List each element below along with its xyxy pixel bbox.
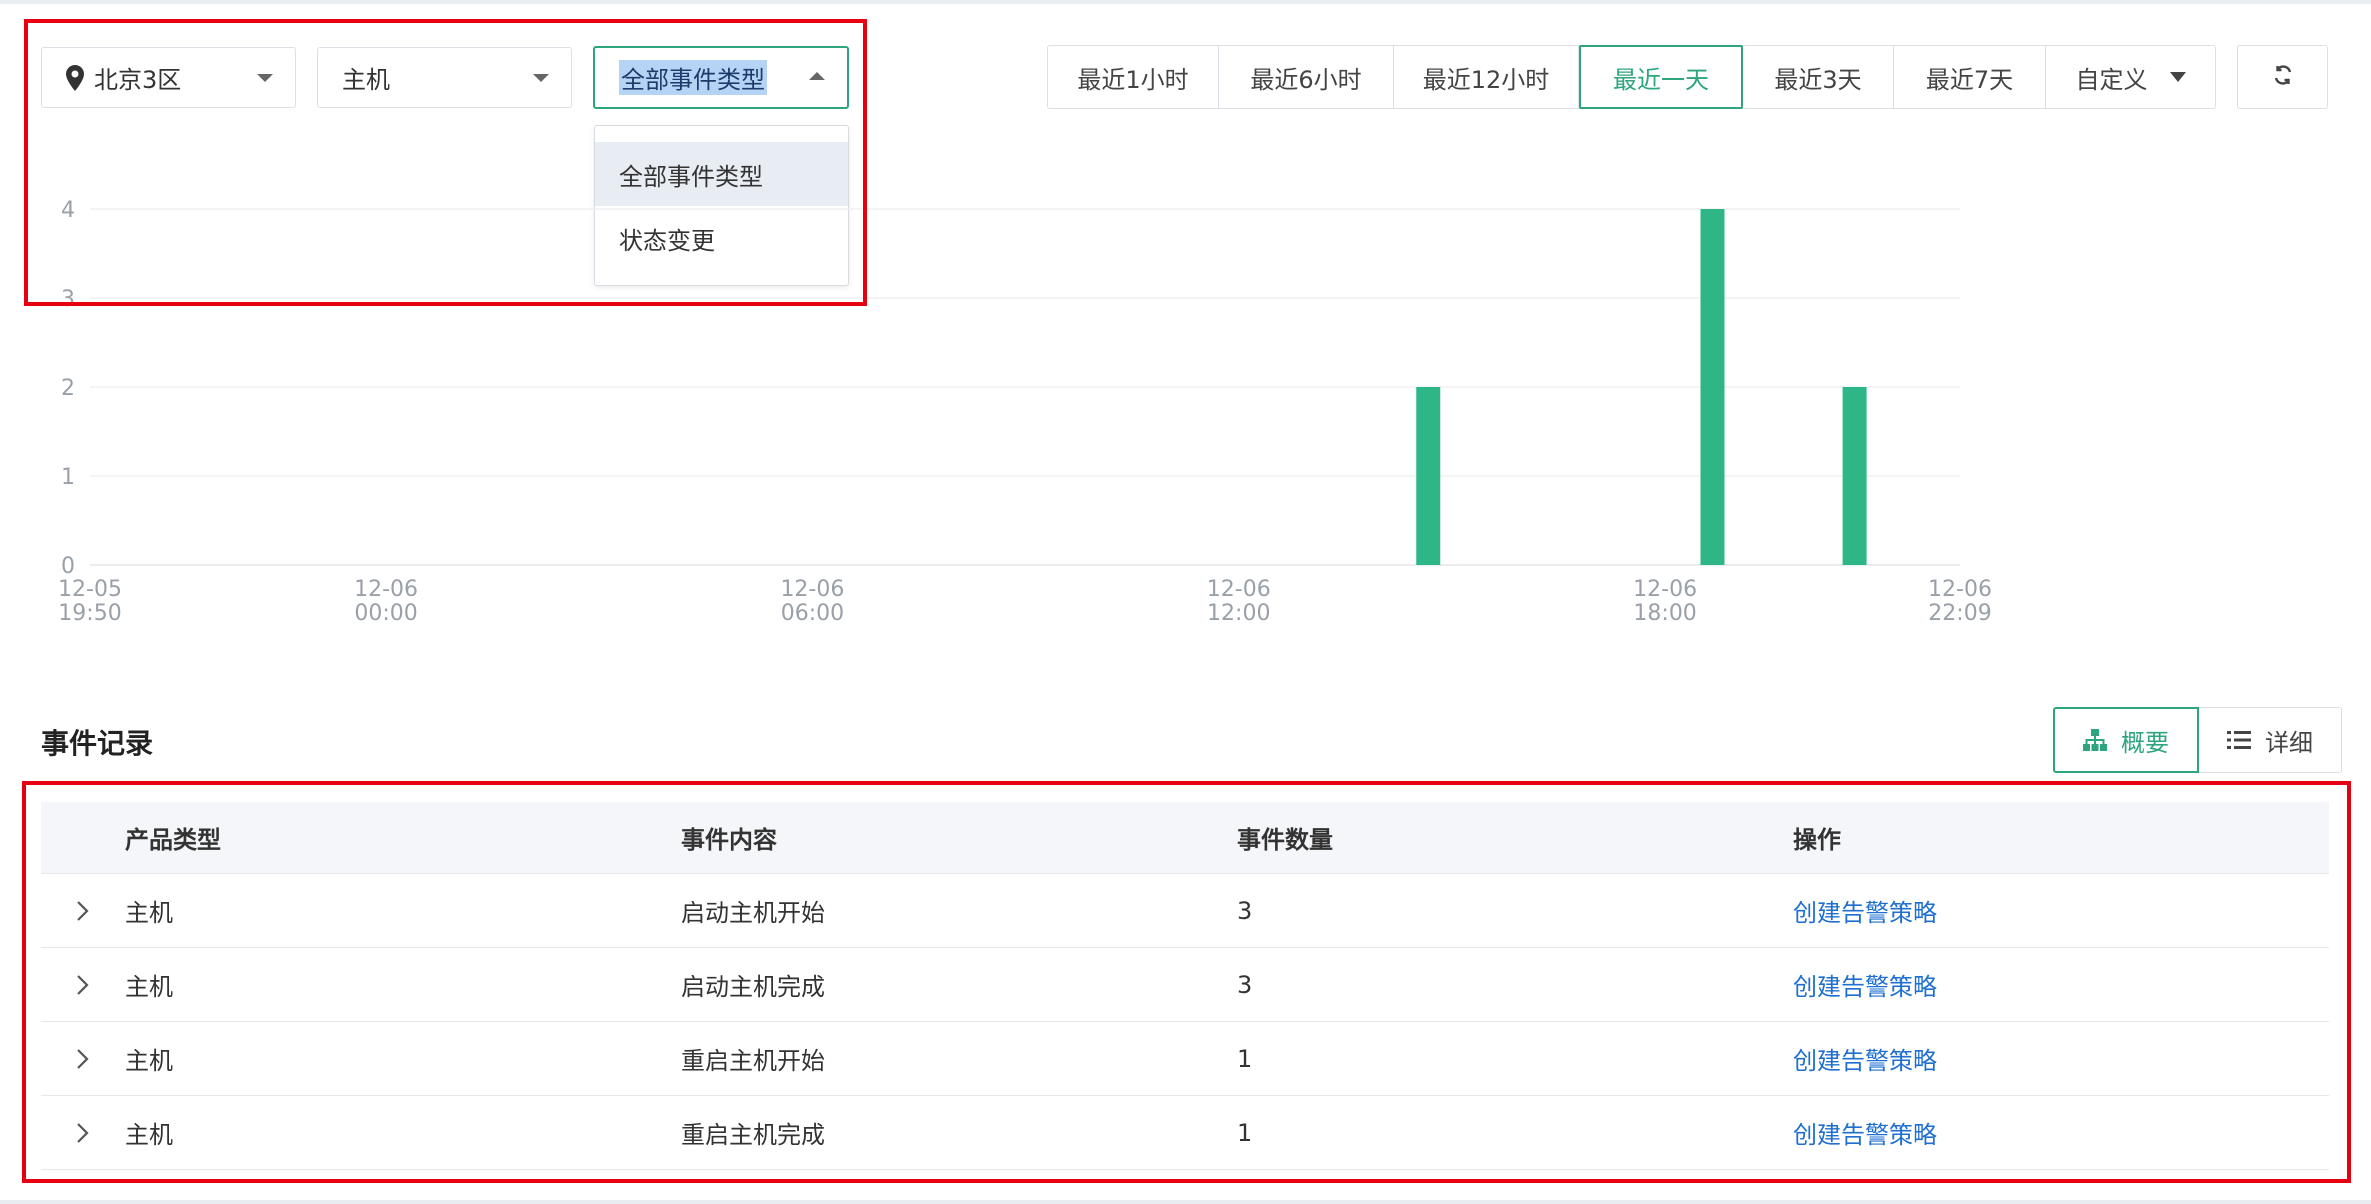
column-header-content: 事件内容 [681,826,777,854]
x-tick-label-time: 19:50 [58,601,121,626]
chevron-down-icon [257,74,273,82]
detail-view-label: 详细 [2265,728,2313,757]
detail-view-button[interactable]: 详细 [2199,707,2342,773]
cell-count: 3 [1237,970,1253,999]
summary-view-label: 概要 [2121,728,2169,757]
create-alert-policy-link[interactable]: 创建告警策略 [1793,899,1937,927]
cell-content: 启动主机完成 [681,973,825,1001]
column-header-action: 操作 [1793,826,1841,854]
x-tick-label-date: 12-06 [354,577,418,602]
expand-row-button[interactable] [41,900,125,922]
cell-count: 3 [1237,896,1253,925]
range-6h-button[interactable]: 最近6小时 [1219,46,1394,108]
chart-bar [1700,209,1725,565]
event-type-select[interactable]: 全部事件类型 [593,46,849,109]
x-tick-label-time: 12:00 [1207,601,1270,626]
x-tick-label-date: 12-05 [58,577,122,602]
table-row: 主机 启动主机开始 3 创建告警策略 [41,874,2329,948]
expand-row-button[interactable] [41,1122,125,1144]
view-toggle: 概要 详细 [2053,707,2342,773]
chart-bar [1842,387,1867,565]
cell-product: 主机 [125,1047,173,1075]
time-range-group: 最近1小时 最近6小时 最近12小时 最近一天 最近3天 最近7天 自定义 [1047,45,2216,109]
x-tick-label-time: 22:09 [1928,601,1991,626]
chevron-right-icon [77,1048,89,1069]
expand-row-button[interactable] [41,1048,125,1070]
event-records-table: 产品类型 事件内容 事件数量 操作 主机 启动主机开始 3 创建告警策略 主机 … [41,802,2329,1170]
location-pin-icon [66,64,84,91]
product-select-value: 主机 [342,66,390,94]
caret-down-icon [2169,72,2186,82]
x-tick-label-time: 18:00 [1633,601,1696,626]
table-row: 主机 重启主机完成 1 创建告警策略 [41,1096,2329,1170]
refresh-icon [2271,63,2295,91]
range-1h-button[interactable]: 最近1小时 [1048,46,1219,108]
create-alert-policy-link[interactable]: 创建告警策略 [1793,1121,1937,1149]
x-tick-label-date: 12-06 [1928,577,1992,602]
range-label: 最近3天 [1774,65,1862,94]
cell-count: 1 [1237,1118,1253,1147]
x-tick-label-date: 12-06 [1207,577,1271,602]
expand-row-button[interactable] [41,974,125,996]
section-title: 事件记录 [41,727,154,760]
cell-product: 主机 [125,973,173,1001]
chevron-right-icon [77,974,89,995]
range-1d-button[interactable]: 最近一天 [1579,45,1743,109]
cell-content: 重启主机完成 [681,1121,825,1149]
x-tick-label-time: 06:00 [781,601,844,626]
chevron-down-icon [533,74,549,82]
table-row: 主机 启动主机完成 3 创建告警策略 [41,948,2329,1022]
cell-content: 启动主机开始 [681,899,825,927]
event-count-chart: 0123412-0519:5012-0600:0012-0606:0012-06… [58,198,1992,626]
cell-content: 重启主机开始 [681,1047,825,1075]
chevron-right-icon [77,900,89,921]
range-7d-button[interactable]: 最近7天 [1894,46,2046,108]
list-icon [2227,731,2251,749]
chart-bar [1416,387,1441,565]
create-alert-policy-link[interactable]: 创建告警策略 [1793,1047,1937,1075]
range-12h-button[interactable]: 最近12小时 [1394,46,1579,108]
y-tick-label: 2 [61,376,75,401]
x-tick-label-date: 12-06 [1633,577,1697,602]
y-tick-label: 4 [61,198,75,223]
column-header-count: 事件数量 [1237,826,1333,854]
range-label: 最近12小时 [1422,65,1550,94]
cell-product: 主机 [125,899,173,927]
range-label: 最近一天 [1613,65,1709,94]
range-3d-button[interactable]: 最近3天 [1743,46,1894,108]
product-select[interactable]: 主机 [317,47,572,108]
y-tick-label: 1 [61,465,75,490]
column-header-product: 产品类型 [125,826,221,854]
table-header: 产品类型 事件内容 事件数量 操作 [41,802,2329,874]
range-label: 最近6小时 [1250,65,1362,94]
range-label: 自定义 [2075,65,2148,94]
chevron-up-icon [809,72,825,80]
region-select[interactable]: 北京3区 [41,47,296,108]
hierarchy-icon [2083,729,2107,751]
cell-product: 主机 [125,1121,173,1149]
range-label: 最近7天 [1925,65,2014,94]
range-custom-select[interactable]: 自定义 [2046,46,2215,108]
x-tick-label-time: 00:00 [354,601,417,626]
summary-view-button[interactable]: 概要 [2053,707,2199,773]
event-type-select-value: 全部事件类型 [619,60,767,95]
cell-count: 1 [1237,1044,1253,1073]
range-label: 最近1小时 [1077,65,1189,94]
x-tick-label-date: 12-06 [780,577,844,602]
y-tick-label: 0 [61,554,75,579]
chevron-right-icon [77,1122,89,1143]
refresh-button[interactable] [2237,45,2328,109]
top-divider [0,0,2371,4]
region-select-value: 北京3区 [94,66,182,94]
table-row: 主机 重启主机开始 1 创建告警策略 [41,1022,2329,1096]
y-tick-label: 3 [61,287,75,312]
bottom-divider [0,1200,2371,1204]
create-alert-policy-link[interactable]: 创建告警策略 [1793,973,1937,1001]
